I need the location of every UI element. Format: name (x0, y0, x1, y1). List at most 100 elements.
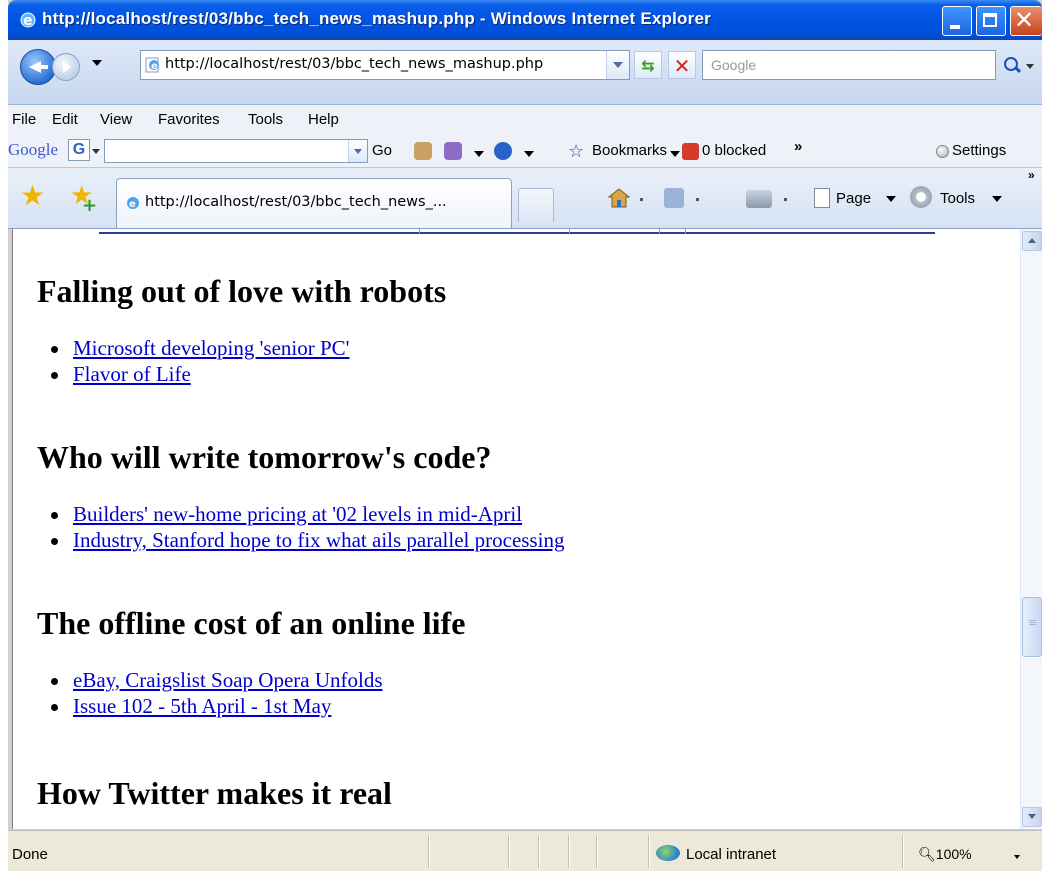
svg-text:e: e (129, 199, 136, 210)
article-links: Builders' new-home pricing at '02 levels… (37, 501, 564, 553)
list-item: Industry, Stanford hope to fix what ails… (50, 527, 564, 553)
status-separator (648, 835, 650, 868)
command-bar-overflow[interactable]: » (1028, 168, 1035, 182)
security-zone[interactable]: Local intranet (686, 846, 776, 863)
list-item: Microsoft developing 'senior PC' (50, 335, 446, 361)
tab-label: http://localhost/rest/03/bbc_tech_news_.… (145, 194, 447, 210)
go-button[interactable]: Go (372, 142, 392, 159)
svg-text:e: e (151, 61, 158, 72)
dell-dropdown[interactable] (524, 151, 534, 157)
minimize-button[interactable] (942, 6, 972, 36)
toolbar-icon-2[interactable] (444, 142, 462, 160)
article-link[interactable]: Industry, Stanford hope to fix what ails… (73, 528, 564, 552)
divider-tick (659, 229, 660, 234)
menu-bar: File Edit View Favorites Tools Help (8, 105, 1042, 135)
bookmarks-dropdown[interactable] (670, 151, 680, 157)
google-toolbar-overflow[interactable]: » (794, 138, 802, 155)
feeds-icon[interactable] (664, 188, 684, 208)
bookmarks-star-icon: ☆ (568, 141, 585, 162)
recent-pages-dropdown[interactable] (92, 60, 102, 66)
tab-bar: ★ ★ + e http://localhost/rest/03/bbc_tech… (8, 168, 1042, 229)
google-menu-dropdown[interactable] (92, 149, 100, 154)
page-menu-icon (814, 188, 830, 208)
favorites-center-icon[interactable]: ★ (20, 182, 45, 210)
status-separator (508, 835, 510, 868)
article-links: Microsoft developing 'senior PC' Flavor … (37, 335, 446, 387)
article-link[interactable]: eBay, Craigslist Soap Opera Unfolds (73, 668, 383, 692)
home-icon[interactable] (608, 188, 630, 208)
search-options-dropdown[interactable] (1026, 64, 1034, 69)
print-dropdown[interactable] (784, 198, 787, 201)
google-button[interactable]: G (68, 139, 90, 161)
address-input[interactable]: http://localhost/rest/03/bbc_tech_news_m… (165, 56, 543, 72)
zoom-level[interactable]: 🔍︎100% (918, 846, 972, 863)
tools-menu-dropdown[interactable] (992, 196, 1002, 202)
status-separator (902, 835, 904, 868)
new-tab-button[interactable] (518, 188, 554, 222)
svg-text:e: e (23, 13, 33, 29)
title-bar[interactable]: e http://localhost/rest/03/bbc_tech_news… (8, 0, 1042, 40)
page-menu-dropdown[interactable] (886, 196, 896, 202)
print-icon[interactable] (746, 190, 772, 208)
tab-page-icon: e (127, 197, 139, 210)
search-button[interactable] (1000, 50, 1024, 80)
vertical-scrollbar[interactable] (1020, 229, 1042, 829)
status-bar: Done Local intranet 🔍︎100% (8, 830, 1042, 871)
dell-icon[interactable] (494, 142, 512, 160)
window-title: http://localhost/rest/03/bbc_tech_news_m… (42, 9, 711, 28)
zoom-dropdown[interactable] (1014, 855, 1020, 859)
tools-menu-button[interactable]: Tools (940, 190, 975, 207)
article-title: How Twitter makes it real (37, 775, 392, 811)
settings-icon (936, 145, 949, 158)
refresh-icon: ⇆ (641, 56, 655, 75)
tab-active[interactable]: e http://localhost/rest/03/bbc_tech_news… (116, 178, 512, 228)
article-link[interactable]: Builders' new-home pricing at '02 levels… (73, 502, 522, 526)
popups-blocked[interactable]: 0 blocked (702, 142, 766, 159)
forward-button[interactable] (52, 53, 80, 81)
home-dropdown[interactable] (640, 198, 643, 201)
settings-button[interactable]: Settings (952, 142, 1006, 159)
status-separator (428, 835, 430, 868)
menu-favorites[interactable]: Favorites (158, 111, 220, 128)
close-button[interactable]: ✕ (1010, 6, 1042, 36)
address-bar[interactable]: e http://localhost/rest/03/bbc_tech_news… (140, 50, 630, 80)
address-dropdown[interactable] (606, 51, 629, 79)
scroll-down-button[interactable] (1022, 807, 1042, 827)
article: Falling out of love with robots Microsof… (37, 273, 446, 387)
google-search-input[interactable] (104, 139, 368, 163)
stop-button[interactable]: ✕ (668, 51, 696, 79)
feeds-dropdown[interactable] (696, 198, 699, 201)
search-input[interactable]: Google (711, 57, 756, 73)
scroll-thumb[interactable] (1022, 597, 1042, 657)
local-intranet-icon (656, 845, 680, 861)
article-title: The offline cost of an online life (37, 605, 466, 641)
browser-window: e http://localhost/rest/03/bbc_tech_news… (8, 0, 1042, 871)
google-search-dropdown[interactable] (348, 140, 367, 162)
divider-tick (685, 229, 686, 234)
menu-tools[interactable]: Tools (248, 111, 283, 128)
article-link[interactable]: Microsoft developing 'senior PC' (73, 336, 349, 360)
menu-view[interactable]: View (100, 111, 132, 128)
article-link[interactable]: Flavor of Life (73, 362, 191, 386)
close-icon: ✕ (1014, 6, 1035, 34)
tools-gear-icon (910, 186, 932, 208)
menu-edit[interactable]: Edit (52, 111, 78, 128)
list-item: eBay, Craigslist Soap Opera Unfolds (50, 667, 465, 693)
article-link[interactable]: Issue 102 - 5th April - 1st May (73, 694, 331, 718)
divider-tick (569, 229, 570, 234)
refresh-button[interactable]: ⇆ (634, 51, 662, 79)
bookmarks-button[interactable]: Bookmarks (592, 142, 667, 159)
article-title: Who will write tomorrow's code? (37, 439, 492, 475)
maximize-button[interactable] (976, 6, 1006, 36)
popup-blocker-icon (682, 143, 699, 160)
stop-icon: ✕ (673, 54, 691, 78)
toolbar-icon-1[interactable] (414, 142, 432, 160)
menu-file[interactable]: File (12, 111, 36, 128)
scroll-up-button[interactable] (1022, 231, 1042, 251)
page-menu-button[interactable]: Page (836, 190, 871, 207)
back-button[interactable] (20, 49, 56, 85)
menu-help[interactable]: Help (308, 111, 339, 128)
add-favorites-icon[interactable]: ★ + (70, 182, 97, 216)
search-box[interactable]: Google (702, 50, 996, 80)
toolbar-icon-2-dropdown[interactable] (474, 151, 484, 157)
